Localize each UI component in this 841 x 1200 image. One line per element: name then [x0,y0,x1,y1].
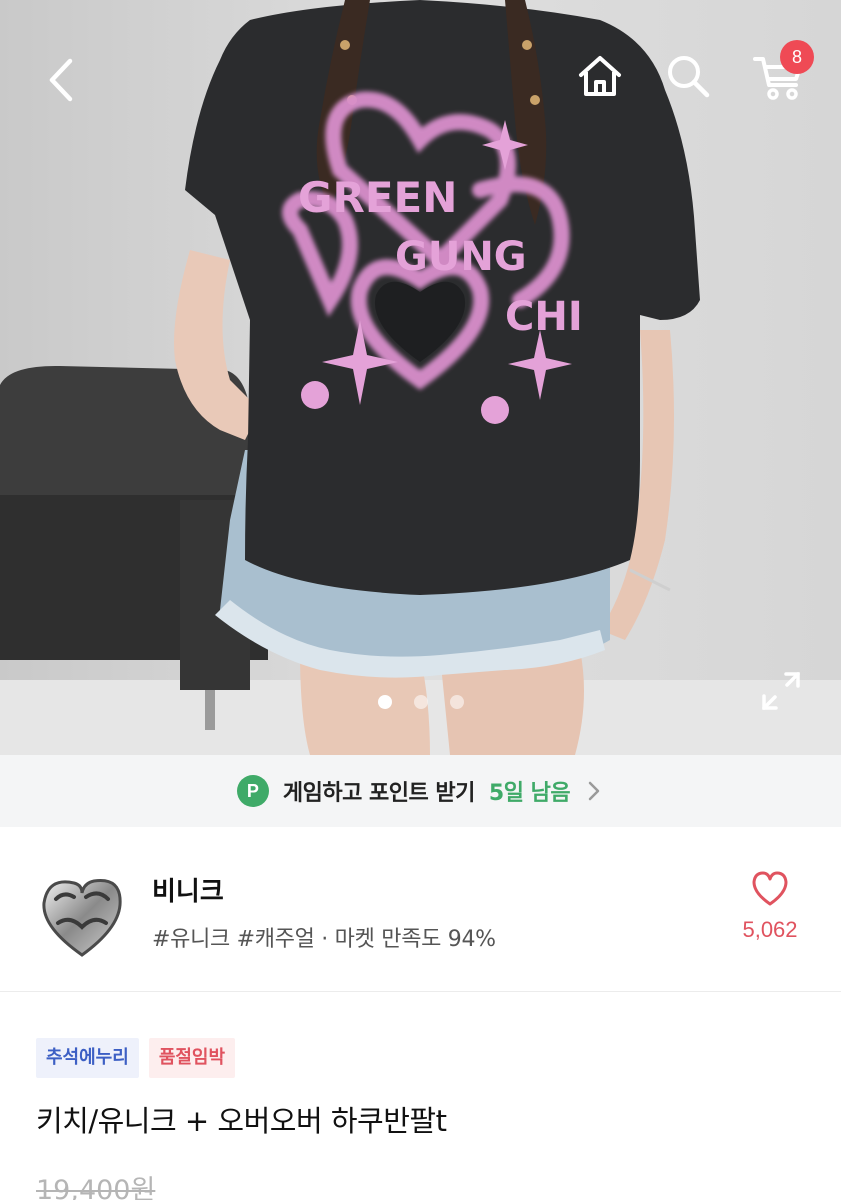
search-icon [668,56,710,98]
game-points-banner[interactable]: P 게임하고 포인트 받기 5일 남음 [0,755,841,827]
shop-info-row[interactable]: 비니크 #유니크 #캐주얼 · 마켓 만족도 94% 5,062 [0,827,841,992]
pagination-dot-3[interactable] [449,695,464,709]
badge-chuseok-discount: 추석에누리 [36,1038,139,1078]
back-arrow-icon [49,58,73,102]
like-count: 5,062 [742,917,798,942]
svg-text:GREEN: GREEN [298,173,457,222]
points-icon: P [236,775,269,807]
shop-name[interactable]: 비니크 [152,871,224,908]
search-button[interactable] [656,44,720,108]
shop-tags: #유니크 #캐주얼 · 마켓 만족도 94% [152,927,496,952]
svg-text:CHI: CHI [505,294,583,340]
product-info: 추석에누리 품절임박 키치/유니크 + 오버오버 하쿠반팔t 19,400원 [0,993,841,1200]
home-icon [579,56,621,96]
cart-count-badge: 8 [780,40,814,74]
product-title: 키치/유니크 + 오버오버 하쿠반팔t [36,1104,447,1138]
home-button[interactable] [568,44,632,108]
product-badges: 추석에누리 품절임박 [36,1038,236,1078]
chevron-right-icon [588,781,600,801]
shop-like-button[interactable]: 5,062 [720,869,820,959]
shop-logo[interactable] [34,867,130,963]
svg-text:GUNG: GUNG [395,234,527,280]
product-image-gallery[interactable]: GREEN GUNG CHI 8 [0,0,841,755]
original-price: 19,400원 [36,1175,156,1200]
game-banner-text: 게임하고 포인트 받기 [282,781,475,806]
product-photo: GREEN GUNG CHI [0,0,841,755]
pagination-dot-1[interactable] [377,695,392,709]
pagination-dot-2[interactable] [413,695,428,709]
back-button[interactable] [30,48,94,112]
badge-almost-sold-out: 품절임박 [148,1038,236,1078]
shop-logo-image [42,879,122,957]
heart-icon [752,871,788,906]
gallery-pagination [0,695,841,709]
game-banner-days-left: 5일 남음 [488,781,571,806]
